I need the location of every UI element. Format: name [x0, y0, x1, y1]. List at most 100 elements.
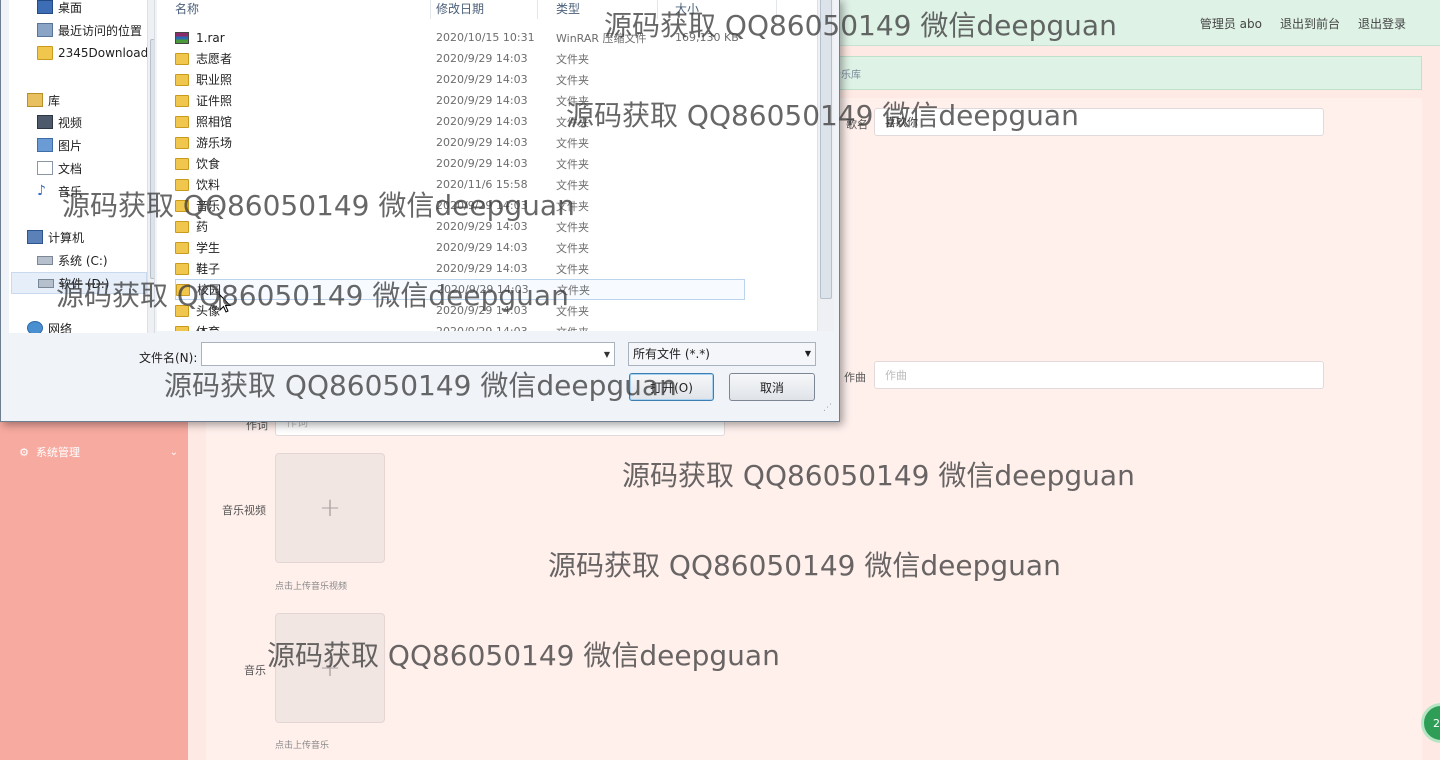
sidebar-item-system-management[interactable]: ⚙ 系统管理 ⌄	[0, 431, 188, 473]
exit-to-frontend-link[interactable]: 退出到前台	[1280, 15, 1340, 32]
file-row[interactable]: 头像 2020/9/29 14:03 文件夹	[175, 300, 745, 321]
nav-item-drive-d[interactable]: 软件 (D:)	[11, 272, 147, 294]
file-row[interactable]: 照相馆 2020/9/29 14:03 文件夹	[175, 111, 745, 132]
composer-label: 作曲	[844, 371, 866, 384]
file-row[interactable]: 鞋子 2020/9/29 14:03 文件夹	[175, 258, 745, 279]
logout-link[interactable]: 退出登录	[1358, 15, 1406, 32]
file-name: 鞋子	[196, 262, 221, 276]
column-header-name[interactable]: 名称	[157, 0, 431, 19]
resize-grip-icon[interactable]: ⋰	[823, 403, 835, 415]
open-button[interactable]: 打开(O)	[629, 373, 714, 401]
file-name: 校园	[197, 283, 222, 297]
file-name: 职业照	[196, 73, 233, 87]
file-name: 饮食	[196, 157, 221, 171]
music-note-icon: ♪	[37, 183, 46, 199]
music-upload[interactable]: +	[275, 613, 385, 723]
song-name-label: 歌名	[846, 118, 868, 131]
composer-input[interactable]	[874, 361, 1324, 389]
drive-icon	[38, 278, 54, 288]
cancel-button[interactable]: 取消	[729, 373, 815, 401]
file-type: 文件夹	[556, 136, 589, 150]
nav-item-label: 网络	[48, 321, 73, 334]
admin-user-link[interactable]: 管理员 abo	[1200, 15, 1262, 32]
nav-item-documents[interactable]: 文档	[37, 157, 154, 179]
file-row[interactable]: 饮食 2020/9/29 14:03 文件夹	[175, 153, 745, 174]
folder-icon	[175, 220, 189, 233]
filename-input[interactable]	[201, 342, 615, 366]
file-list-scrollbar[interactable]	[817, 0, 834, 331]
chat-badge[interactable]: 24	[1421, 703, 1440, 743]
nav-item-libraries[interactable]: 库	[27, 89, 154, 111]
computer-icon	[27, 230, 43, 244]
nav-item-music[interactable]: ♪ 音乐	[37, 180, 154, 202]
nav-item-label: 音乐	[58, 184, 83, 199]
file-row[interactable]: 体育2020/9/29 14:03 文件夹	[175, 321, 745, 331]
folder-icon	[37, 46, 53, 60]
file-date: 2020/10/15 10:31	[436, 31, 535, 44]
navigation-pane: 桌面 最近访问的位置 2345Downloads 库 视频 图片 文档 ♪ 音乐	[9, 0, 155, 333]
file-name: 体育	[196, 323, 436, 331]
nav-item-label: 视频	[58, 115, 83, 130]
file-type-select[interactable]: 所有文件 (*.*) ▼	[628, 342, 816, 366]
nav-scrollbar[interactable]	[147, 0, 154, 333]
folder-icon	[175, 241, 189, 254]
nav-item-recent-places[interactable]: 最近访问的位置	[37, 19, 154, 41]
file-row[interactable]: 志愿者 2020/9/29 14:03 文件夹	[175, 48, 745, 69]
file-scroll-thumb[interactable]	[820, 0, 832, 299]
song-name-input[interactable]	[874, 108, 1324, 136]
pictures-library-icon	[37, 138, 53, 152]
file-type: 文件夹	[556, 324, 589, 332]
column-header-size[interactable]: 大小	[657, 0, 777, 19]
nav-item-2345downloads[interactable]: 2345Downloads	[37, 42, 154, 64]
folder-icon	[175, 136, 189, 149]
chevron-down-icon: ▼	[804, 349, 811, 358]
file-row[interactable]: 学生 2020/9/29 14:03 文件夹	[175, 237, 745, 258]
folder-icon	[175, 94, 189, 107]
filename-label: 文件名(N):	[139, 351, 198, 365]
nav-item-label: 计算机	[48, 230, 85, 245]
file-row[interactable]: 音乐 2020/9/29 14:03 文件夹	[175, 195, 745, 216]
file-date: 2020/9/29 14:03	[436, 52, 528, 65]
nav-item-network[interactable]: 网络	[27, 317, 154, 334]
file-date: 2020/9/29 14:03	[436, 73, 528, 86]
folder-icon	[175, 52, 189, 65]
network-icon	[27, 321, 43, 333]
file-date: 2020/9/29 14:03	[436, 136, 528, 149]
file-name: 照相馆	[196, 115, 233, 129]
file-row[interactable]: 药 2020/9/29 14:03 文件夹	[175, 216, 745, 237]
file-row[interactable]: 校园 2020/9/29 14:03 文件夹	[175, 279, 745, 300]
file-name: 音乐	[196, 199, 221, 213]
filename-dropdown-arrow-icon[interactable]: ▼	[599, 342, 615, 366]
nav-item-computer[interactable]: 计算机	[27, 226, 154, 248]
nav-item-drive-c[interactable]: 系统 (C:)	[37, 249, 154, 271]
mouse-pointer-icon	[219, 294, 232, 313]
nav-item-label: 桌面	[58, 0, 83, 15]
rar-icon	[175, 31, 189, 44]
nav-item-videos[interactable]: 视频	[37, 111, 154, 133]
file-row[interactable]: 饮料 2020/11/6 15:58 文件夹	[175, 174, 745, 195]
file-date: 2020/9/29 14:03	[436, 262, 528, 275]
nav-item-desktop[interactable]: 桌面	[37, 0, 154, 18]
file-type: WinRAR 压缩文件	[556, 31, 647, 45]
file-row[interactable]: 职业照 2020/9/29 14:03 文件夹	[175, 69, 745, 90]
file-type: 文件夹	[557, 283, 590, 297]
file-open-dialog: 桌面 最近访问的位置 2345Downloads 库 视频 图片 文档 ♪ 音乐	[0, 0, 840, 422]
file-row[interactable]: 游乐场 2020/9/29 14:03 文件夹	[175, 132, 745, 153]
nav-scroll-thumb[interactable]	[150, 39, 154, 279]
file-date: 2020/9/29 14:03	[436, 157, 528, 170]
folder-icon	[175, 178, 189, 191]
music-label: 音乐	[244, 664, 266, 677]
nav-item-label: 软件 (D:)	[59, 276, 110, 291]
recent-places-icon	[37, 23, 53, 37]
library-icon	[27, 93, 43, 107]
file-type: 文件夹	[556, 115, 589, 129]
nav-item-pictures[interactable]: 图片	[37, 134, 154, 156]
column-header-date[interactable]: 修改日期	[418, 0, 538, 19]
file-type: 文件夹	[556, 199, 589, 213]
file-row[interactable]: 1.rar 2020/10/15 10:31 WinRAR 压缩文件 169,130 …	[175, 27, 745, 48]
file-row[interactable]: 证件照 2020/9/29 14:03 文件夹	[175, 90, 745, 111]
file-name: 证件照	[196, 94, 233, 108]
music-video-upload[interactable]: +	[275, 453, 385, 563]
file-name: 志愿者	[196, 52, 233, 66]
column-header-type[interactable]: 类型	[538, 0, 658, 19]
